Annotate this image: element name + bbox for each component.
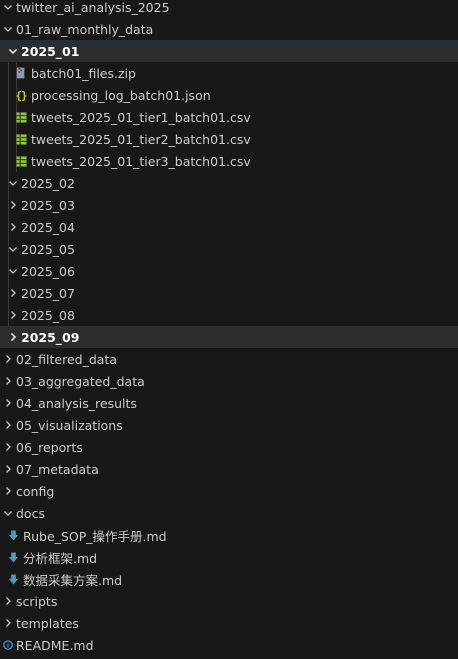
tree-item-file[interactable]: Rube_SOP_操作手册.md <box>0 524 458 546</box>
tree-item-label: 2025_03 <box>21 197 75 213</box>
tree-item-reports[interactable]: 06_reports <box>0 436 458 458</box>
csv-file-icon <box>13 150 29 172</box>
tree-item-label: 01_raw_monthly_data <box>16 21 154 37</box>
tree-item-label: docs <box>16 505 45 521</box>
csv-file-icon <box>13 128 29 150</box>
chevron-right-icon <box>0 458 16 480</box>
tree-item-root[interactable]: twitter_ai_analysis_2025 <box>0 0 458 18</box>
tree-item-label: 04_analysis_results <box>16 395 137 411</box>
markdown-file-icon <box>5 568 21 590</box>
tree-item-label: config <box>16 483 55 499</box>
tree-item-label: scripts <box>16 593 58 609</box>
tree-item-2025-05[interactable]: 2025_05 <box>0 238 458 260</box>
tree-item-config[interactable]: config <box>0 480 458 502</box>
tree-item-label: 数据采集方案.md <box>23 572 123 588</box>
chevron-right-icon <box>0 348 16 370</box>
chevron-down-icon <box>0 18 16 40</box>
chevron-down-icon <box>0 0 16 18</box>
tree-item-2025-08[interactable]: 2025_08 <box>0 304 458 326</box>
tree-item-label: 分析框架.md <box>23 550 98 566</box>
tree-item-templates[interactable]: templates <box>0 612 458 634</box>
chevron-right-icon <box>0 414 16 436</box>
chevron-right-icon <box>5 282 21 304</box>
chevron-right-icon <box>5 216 21 238</box>
chevron-right-icon <box>0 392 16 414</box>
chevron-down-icon <box>5 238 21 260</box>
chevron-right-icon <box>0 480 16 502</box>
tree-item-label: twitter_ai_analysis_2025 <box>16 0 170 15</box>
chevron-right-icon <box>5 304 21 326</box>
tree-item-file[interactable]: {} processing_log_batch01.json <box>0 84 458 106</box>
tree-item-label: README.md <box>16 637 94 653</box>
tree-item-label: 02_filtered_data <box>16 351 117 367</box>
tree-item-label: 2025_01 <box>21 43 80 59</box>
tree-item-label: batch01_files.zip <box>31 65 136 81</box>
tree-item-label: 07_metadata <box>16 461 99 477</box>
tree-item-file[interactable]: batch01_files.zip <box>0 62 458 84</box>
tree-item-label: Rube_SOP_操作手册.md <box>23 528 167 544</box>
chevron-down-icon <box>5 172 21 194</box>
markdown-file-icon <box>5 524 21 546</box>
chevron-right-icon <box>0 436 16 458</box>
tree-item-file[interactable]: 分析框架.md <box>0 546 458 568</box>
tree-item-raw-monthly-data[interactable]: 01_raw_monthly_data <box>0 18 458 40</box>
chevron-down-icon <box>5 40 21 62</box>
tree-item-label: tweets_2025_01_tier3_batch01.csv <box>31 153 251 169</box>
tree-item-label: 2025_06 <box>21 263 75 279</box>
tree-item-label: 05_visualizations <box>16 417 123 433</box>
tree-item-label: 2025_04 <box>21 219 75 235</box>
tree-item-docs[interactable]: docs <box>0 502 458 524</box>
tree-item-label: 06_reports <box>16 439 83 455</box>
markdown-file-icon <box>5 546 21 568</box>
info-icon <box>0 634 16 656</box>
csv-file-icon <box>13 106 29 128</box>
zip-file-icon <box>13 62 29 84</box>
tree-item-2025-01[interactable]: 2025_01 <box>0 40 458 62</box>
tree-item-2025-06[interactable]: 2025_06 <box>0 260 458 282</box>
chevron-down-icon <box>5 260 21 282</box>
tree-item-scripts[interactable]: scripts <box>0 590 458 612</box>
chevron-right-icon <box>0 590 16 612</box>
json-file-icon: {} <box>15 88 27 102</box>
tree-item-label: 2025_05 <box>21 241 75 257</box>
tree-item-file[interactable]: tweets_2025_01_tier2_batch01.csv <box>0 128 458 150</box>
tree-item-aggregated-data[interactable]: 03_aggregated_data <box>0 370 458 392</box>
tree-item-filtered-data[interactable]: 02_filtered_data <box>0 348 458 370</box>
tree-item-label: 2025_09 <box>21 329 80 345</box>
chevron-right-icon <box>0 612 16 634</box>
tree-item-analysis-results[interactable]: 04_analysis_results <box>0 392 458 414</box>
tree-item-readme[interactable]: README.md <box>0 634 458 656</box>
tree-item-metadata[interactable]: 07_metadata <box>0 458 458 480</box>
tree-item-2025-04[interactable]: 2025_04 <box>0 216 458 238</box>
chevron-right-icon <box>5 326 21 348</box>
tree-item-file[interactable]: 数据采集方案.md <box>0 568 458 590</box>
tree-item-label: 03_aggregated_data <box>16 373 145 389</box>
tree-item-visualizations[interactable]: 05_visualizations <box>0 414 458 436</box>
tree-item-label: 2025_02 <box>21 175 75 191</box>
tree-item-label: 2025_08 <box>21 307 75 323</box>
chevron-right-icon <box>0 370 16 392</box>
tree-item-label: tweets_2025_01_tier1_batch01.csv <box>31 109 251 125</box>
chevron-right-icon <box>5 194 21 216</box>
tree-item-label: tweets_2025_01_tier2_batch01.csv <box>31 131 251 147</box>
tree-item-file[interactable]: tweets_2025_01_tier1_batch01.csv <box>0 106 458 128</box>
tree-item-label: 2025_07 <box>21 285 75 301</box>
tree-item-file[interactable]: tweets_2025_01_tier3_batch01.csv <box>0 150 458 172</box>
tree-item-label: templates <box>16 615 79 631</box>
tree-item-2025-07[interactable]: 2025_07 <box>0 282 458 304</box>
tree-item-label: processing_log_batch01.json <box>31 87 211 103</box>
tree-item-2025-03[interactable]: 2025_03 <box>0 194 458 216</box>
tree-item-2025-09[interactable]: 2025_09 <box>0 326 458 348</box>
chevron-down-icon <box>0 502 16 524</box>
tree-item-2025-02[interactable]: 2025_02 <box>0 172 458 194</box>
